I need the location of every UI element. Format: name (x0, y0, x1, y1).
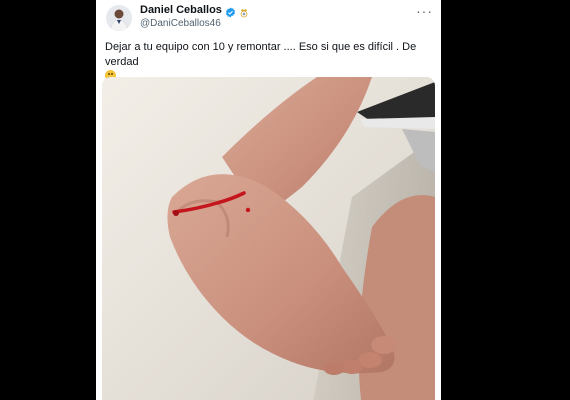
real-madrid-crest-icon (239, 5, 249, 18)
author-name[interactable]: Daniel Ceballos (140, 4, 222, 16)
author-name-row: Daniel Ceballos (140, 4, 249, 18)
tweet-card: Daniel Ceballos @DaniCeballos46 ··· Deja… (96, 0, 441, 400)
tweet-body: Dejar a tu equipo con 10 y remontar ....… (105, 41, 417, 68)
more-options-icon[interactable]: ··· (416, 3, 433, 19)
verified-badge-icon (225, 5, 236, 18)
author-handle[interactable]: @DaniCeballos46 (140, 18, 221, 29)
tweet-photo[interactable] (102, 77, 435, 400)
author-avatar[interactable] (106, 5, 132, 31)
tweet-header: Daniel Ceballos @DaniCeballos46 ··· (96, 0, 441, 38)
injured-ankle-photo (102, 77, 435, 400)
